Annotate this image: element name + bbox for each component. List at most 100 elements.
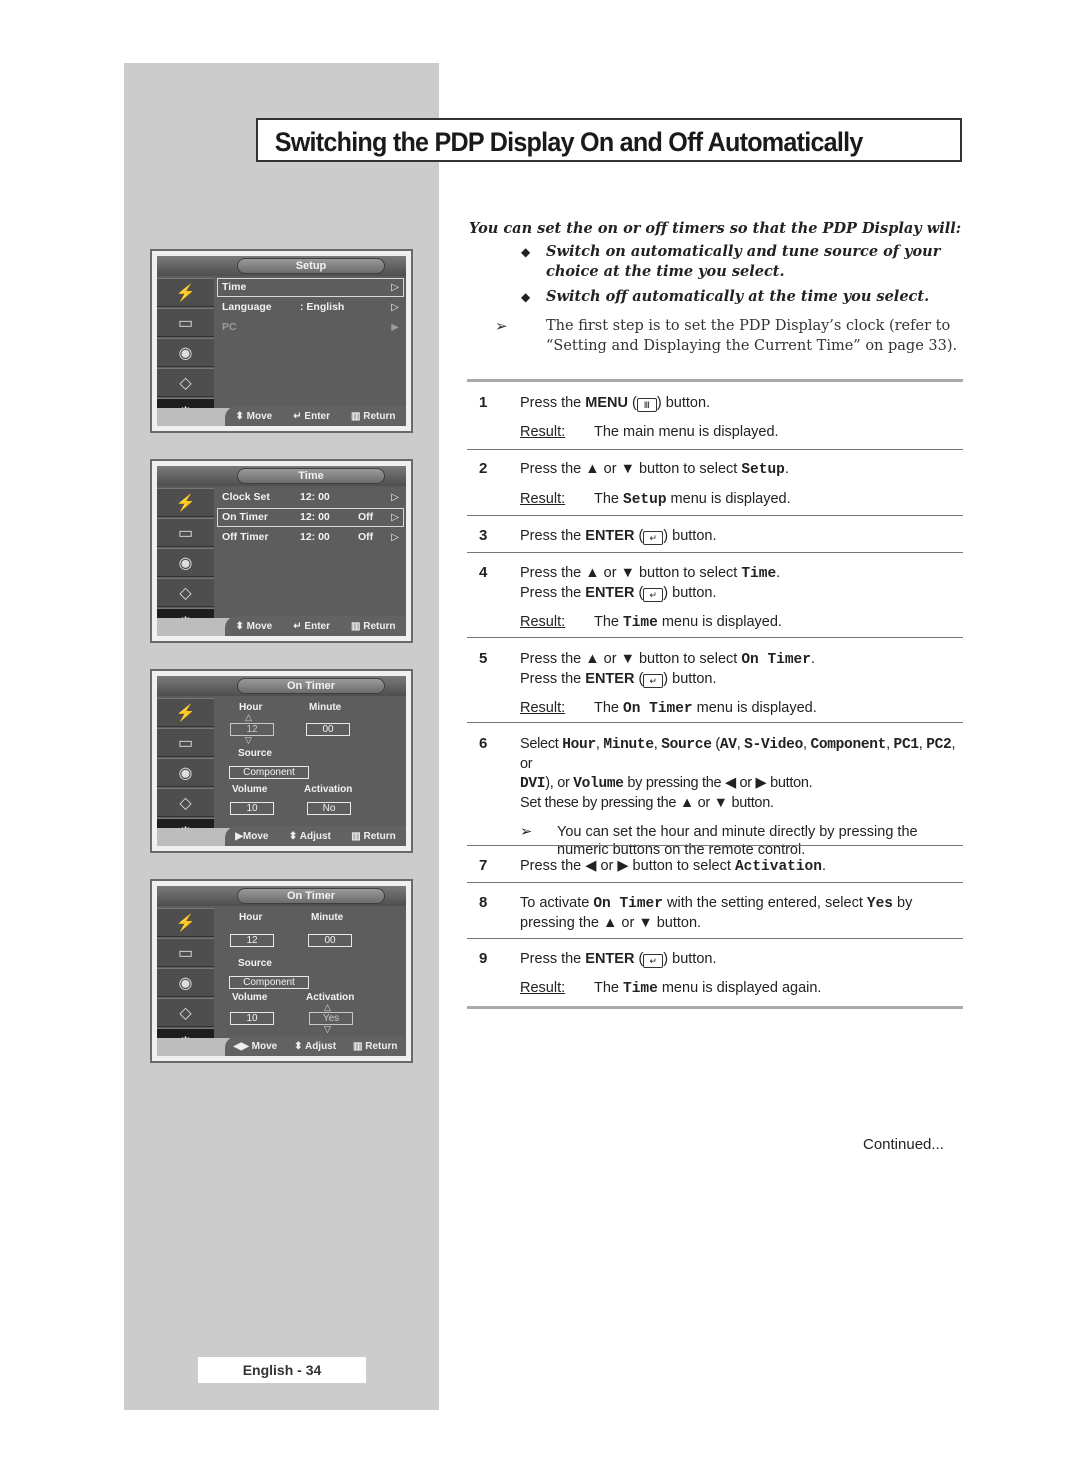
divider (467, 515, 963, 516)
step-text: ( (634, 528, 644, 544)
channel-icon: ◇ (157, 788, 214, 817)
step-text: ) button. (656, 395, 711, 411)
result-label: Result: (520, 491, 566, 507)
step-9: 9 Press the ENTER (↵) button. Result: The… (467, 950, 963, 999)
adjust-updown-icon: ⬍ (294, 1040, 303, 1052)
step-text: ) button. (663, 951, 717, 967)
divider (467, 882, 963, 883)
enter-icon: ↵ (293, 410, 302, 422)
osd-title: Setup (237, 258, 385, 274)
menu-return-icon: ▥ (351, 830, 361, 842)
step-text: 7 (479, 857, 488, 874)
step-text: PC1 (893, 737, 920, 753)
step-text: Select Hour, Minute, Source (AV, S-Video… (520, 735, 963, 813)
step-text: On Timer (741, 652, 811, 668)
step-text: The main menu is displayed. (594, 424, 779, 440)
page-number: English - 34 (198, 1357, 366, 1383)
sound-speaker-icon: ◉ (157, 338, 214, 367)
step-text: Press the ▲ or ▼ button to select (520, 565, 742, 581)
step-text: Source (661, 737, 712, 753)
down-triangle-icon: ▽ (245, 735, 252, 745)
step-text: 3 (479, 527, 488, 544)
step-text: ) button. (663, 528, 717, 544)
activation-field[interactable]: No (307, 802, 351, 815)
step-text: . (784, 461, 789, 477)
intro-lead: You can set the on or off timers so that… (469, 220, 962, 237)
step-text: Press the ▲ or ▼ button to select (520, 461, 742, 477)
result-label: Result: (520, 424, 566, 440)
step-text: Select (520, 736, 563, 752)
source-label: Source (238, 958, 272, 969)
step-text: ) button. (663, 671, 717, 687)
step-text: menu is displayed. (666, 491, 791, 507)
step-text: ( (634, 585, 644, 601)
sound-speaker-icon: ◉ (157, 758, 214, 787)
step-text: 2 (479, 460, 488, 477)
source-label: Source (238, 748, 272, 759)
step-text: Press the ▲ or ▼ button to select On Tim… (520, 650, 963, 689)
volume-field[interactable]: 10 (230, 802, 274, 815)
picture-icon: ▭ (157, 728, 214, 757)
source-field[interactable]: Component (229, 976, 309, 989)
source-field[interactable]: Component (229, 766, 309, 779)
divider (467, 1006, 963, 1009)
step-text: Press the ▲ or ▼ button to select Time. … (520, 564, 963, 603)
step-text: To activate On Timer with the setting en… (520, 894, 950, 933)
menu-return-icon: ▥ (353, 1040, 363, 1052)
step-text: On Timer (623, 701, 693, 717)
step-text: To activate (520, 895, 594, 911)
step-1: 1 Press the MENU (Ⅲ) button. Result: The … (467, 394, 963, 442)
result-label: Result: (520, 980, 566, 996)
note-arrow-icon: ➢ (520, 824, 533, 840)
step-4: 4 Press the ▲ or ▼ button to select Time… (467, 564, 963, 633)
picture-icon: ▭ (157, 518, 214, 547)
osd-row-on-timer[interactable]: On Timer 12: 00 Off ▷ (217, 508, 404, 527)
osd-row-off-timer[interactable]: Off Timer 12: 00 Off ▷ (217, 528, 404, 547)
step-text: Result: The Setup menu is displayed. (520, 490, 963, 510)
osd-on-timer-menu: On Timer ⚡ ▭ ◉ ◇ ⚙ Hour Minute △ 12 00 ▽… (150, 669, 413, 853)
enter-button-icon: ↵ (643, 588, 664, 602)
activation-field[interactable]: Yes (309, 1012, 353, 1025)
step-text: ( (634, 671, 644, 687)
step-text: ENTER (585, 528, 635, 544)
osd-footer: ⬍ Move ↵ Enter ▥ Return (225, 616, 406, 636)
step-text: ( (627, 395, 637, 411)
channel-icon: ◇ (157, 578, 214, 607)
osd-row-clock-set[interactable]: Clock Set 12: 00 ▷ (217, 488, 404, 507)
minute-field[interactable]: 00 (306, 723, 350, 736)
enter-icon: ↵ (293, 620, 302, 632)
osd-row-language[interactable]: Language: English ▷ (217, 298, 404, 317)
step-text: Result: The Time menu is displayed. (520, 613, 963, 633)
step-text: by pressing the ◀ or ▶ button. (623, 775, 813, 791)
step-8: 8 To activate On Timer with the setting … (467, 894, 963, 933)
step-text: Yes (866, 896, 893, 912)
step-text: Press the ▲ or ▼ button to select (520, 651, 742, 667)
hour-field[interactable]: 12 (230, 723, 274, 736)
step-text: Result: The Time menu is displayed again. (520, 979, 963, 999)
step-text: . (776, 565, 781, 581)
step-text: ( (711, 736, 720, 752)
step-text: Set these by pressing the ▲ or ▼ button. (520, 795, 774, 811)
hour-field[interactable]: 12 (230, 934, 274, 947)
step-text: ENTER (585, 585, 635, 601)
arrow-right-icon: ▷ (391, 512, 399, 523)
step-text: Time (623, 615, 658, 631)
volume-field[interactable]: 10 (230, 1012, 274, 1025)
step-text: Time (623, 981, 658, 997)
step-text: You can set the hour and minute directly… (557, 824, 918, 858)
osd-row-time[interactable]: Time ▷ (217, 278, 404, 297)
step-text: Press the (520, 528, 586, 544)
step-text: Hour (562, 737, 596, 753)
step-text: Time (741, 566, 777, 582)
page-title: Switching the PDP Display On and Off Aut… (274, 127, 864, 157)
move-right-icon: ▶ (235, 830, 243, 842)
step-text: Component (810, 737, 887, 753)
minute-field[interactable]: 00 (308, 934, 352, 947)
osd-row-pc: PC ▶ (217, 318, 404, 337)
step-text: Press the ◀ or ▶ button to select (520, 858, 735, 874)
osd-footer: ⬍ Move ↵ Enter ▥ Return (225, 406, 406, 426)
divider (467, 449, 963, 450)
step-text: PC2 (926, 737, 952, 753)
step-text: ENTER (585, 671, 635, 687)
step-text: . (810, 651, 815, 667)
